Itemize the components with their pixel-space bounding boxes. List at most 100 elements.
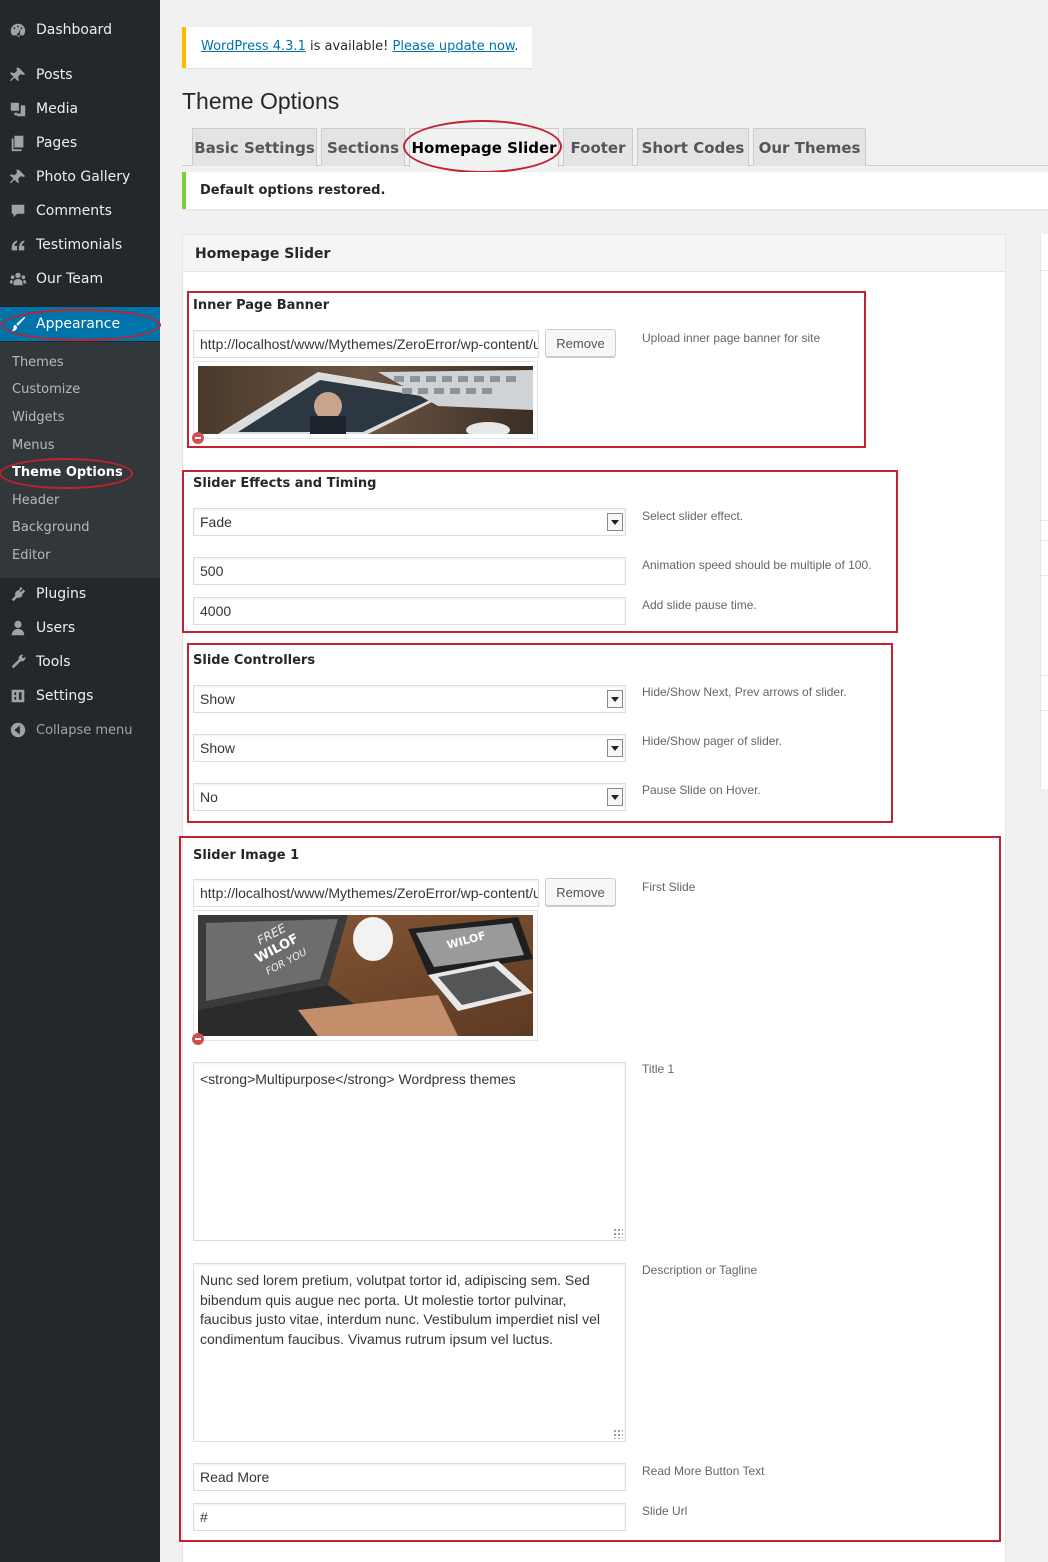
menu-tools-label: Tools [36, 654, 71, 670]
inner-banner-remove-button[interactable]: Remove [545, 329, 616, 357]
slide1-title-textarea[interactable]: <strong>Multipurpose</strong> Wordpress … [193, 1062, 626, 1241]
pin-icon [0, 66, 36, 84]
collapse-arrow-icon [0, 721, 36, 739]
pager-select[interactable]: Show [193, 734, 626, 762]
menu-our-team[interactable]: Our Team [0, 262, 160, 296]
submenu-editor[interactable]: Editor [12, 548, 50, 563]
menu-dashboard[interactable]: Dashboard [0, 13, 160, 47]
menu-media-label: Media [36, 101, 79, 117]
menu-posts-label: Posts [36, 67, 73, 83]
dashboard-icon [0, 21, 36, 39]
effects-title: Slider Effects and Timing [193, 476, 377, 491]
menu-posts[interactable]: Posts [0, 58, 160, 92]
slide-url-input[interactable]: # [193, 1503, 626, 1531]
inner-banner-title: Inner Page Banner [193, 298, 330, 313]
tab-our-themes[interactable]: Our Themes [753, 128, 866, 166]
inner-banner-url-input[interactable]: http://localhost/www/Mythemes/ZeroError/… [193, 330, 539, 358]
slide1-remove-button[interactable]: Remove [545, 878, 616, 906]
pages-icon [0, 134, 36, 152]
resize-grip-icon[interactable] [613, 1429, 623, 1439]
resize-grip-icon[interactable] [613, 1228, 623, 1238]
inner-banner-image [198, 366, 533, 438]
comment-icon [0, 202, 36, 220]
read-more-text-input[interactable]: Read More [193, 1463, 626, 1491]
submenu-customize[interactable]: Customize [12, 382, 80, 397]
submenu-menus[interactable]: Menus [12, 438, 54, 453]
arrows-value: Show [200, 691, 236, 707]
menu-appearance-label: Appearance [36, 316, 121, 332]
slide1-description-value: Nunc sed lorem pretium, volutpat tortor … [200, 1272, 600, 1347]
menu-appearance[interactable]: Appearance [0, 307, 160, 341]
tab-short-codes[interactable]: Short Codes [637, 128, 749, 166]
slide1-image: FREE WILOF FOR YOU WILOF [198, 915, 533, 1036]
slide1-preview: FREE WILOF FOR YOU WILOF [193, 910, 538, 1041]
pause-time-input[interactable]: 4000 [193, 597, 626, 625]
pause-description: Add slide pause time. [642, 598, 757, 612]
brush-icon [0, 315, 36, 333]
slide1-url-input[interactable]: http://localhost/www/Mythemes/ZeroError/… [193, 879, 539, 907]
menu-pages-label: Pages [36, 135, 78, 151]
menu-comments[interactable]: Comments [0, 194, 160, 228]
tab-sections[interactable]: Sections [321, 128, 405, 166]
right-side-panel [1040, 234, 1048, 789]
menu-photo-gallery[interactable]: Photo Gallery [0, 160, 160, 194]
collapse-menu-button[interactable]: Collapse menu [0, 713, 160, 747]
menu-dashboard-label: Dashboard [36, 22, 112, 38]
plugin-icon [0, 585, 36, 603]
menu-media[interactable]: Media [0, 92, 160, 126]
inner-banner-description: Upload inner page banner for site [642, 331, 821, 345]
hover-pause-select[interactable]: No [193, 783, 626, 811]
controllers-title: Slide Controllers [193, 653, 316, 668]
submenu-header[interactable]: Header [12, 493, 59, 508]
menu-plugins[interactable]: Plugins [0, 577, 160, 611]
slide1-title-description: Title 1 [642, 1062, 675, 1076]
slide1-description-textarea[interactable]: Nunc sed lorem pretium, volutpat tortor … [193, 1263, 626, 1442]
tab-footer[interactable]: Footer [563, 128, 633, 166]
slide1-image-description: First Slide [642, 880, 696, 894]
menu-our-team-label: Our Team [36, 271, 104, 287]
effect-description: Select slider effect. [642, 509, 744, 523]
options-restored-notice: Default options restored. [182, 172, 1048, 209]
tab-basic-settings[interactable]: Basic Settings [192, 128, 317, 166]
menu-settings[interactable]: Settings [0, 679, 160, 713]
menu-users[interactable]: Users [0, 611, 160, 645]
speed-description: Animation speed should be multiple of 10… [642, 558, 872, 572]
media-icon [0, 100, 36, 118]
submenu-background[interactable]: Background [12, 520, 90, 535]
right-panel-divider [1040, 675, 1048, 676]
pager-description: Hide/Show pager of slider. [642, 734, 783, 748]
page-title: Theme Options [182, 88, 340, 114]
remove-image-icon[interactable] [192, 1033, 204, 1045]
right-panel-divider [1040, 520, 1048, 521]
chevron-down-icon [607, 513, 623, 531]
hover-pause-description: Pause Slide on Hover. [642, 783, 761, 797]
user-icon [0, 619, 36, 637]
menu-settings-label: Settings [36, 688, 94, 704]
hover-pause-value: No [200, 789, 218, 805]
submenu-themes[interactable]: Themes [12, 355, 64, 370]
update-notice-end: . [514, 39, 519, 54]
quote-icon [0, 236, 36, 254]
appearance-submenu: Themes Customize Widgets Menus Theme Opt… [0, 342, 160, 578]
arrows-select[interactable]: Show [193, 685, 626, 713]
chevron-down-icon [607, 788, 623, 806]
animation-speed-input[interactable]: 500 [193, 557, 626, 585]
admin-sidebar: Dashboard Posts Media Pages Photo Galler… [0, 0, 160, 1562]
menu-testimonials[interactable]: Testimonials [0, 228, 160, 262]
wordpress-version-link[interactable]: WordPress 4.3.1 [201, 39, 306, 54]
update-notice: WordPress 4.3.1 is available! Please upd… [182, 27, 532, 68]
chevron-down-icon [607, 739, 623, 757]
menu-plugins-label: Plugins [36, 586, 87, 602]
slide-url-description: Slide Url [642, 1504, 688, 1518]
menu-tools[interactable]: Tools [0, 645, 160, 679]
right-panel-divider [1040, 575, 1048, 576]
remove-image-icon[interactable] [192, 432, 204, 444]
slider-effect-select[interactable]: Fade [193, 508, 626, 536]
slide1-title: Slider Image 1 [193, 848, 300, 863]
tab-homepage-slider[interactable]: Homepage Slider [409, 128, 559, 167]
slider-effect-value: Fade [200, 514, 232, 530]
menu-pages[interactable]: Pages [0, 126, 160, 160]
submenu-theme-options[interactable]: Theme Options [12, 465, 123, 480]
update-now-link[interactable]: Please update now [393, 39, 515, 54]
submenu-widgets[interactable]: Widgets [12, 410, 65, 425]
